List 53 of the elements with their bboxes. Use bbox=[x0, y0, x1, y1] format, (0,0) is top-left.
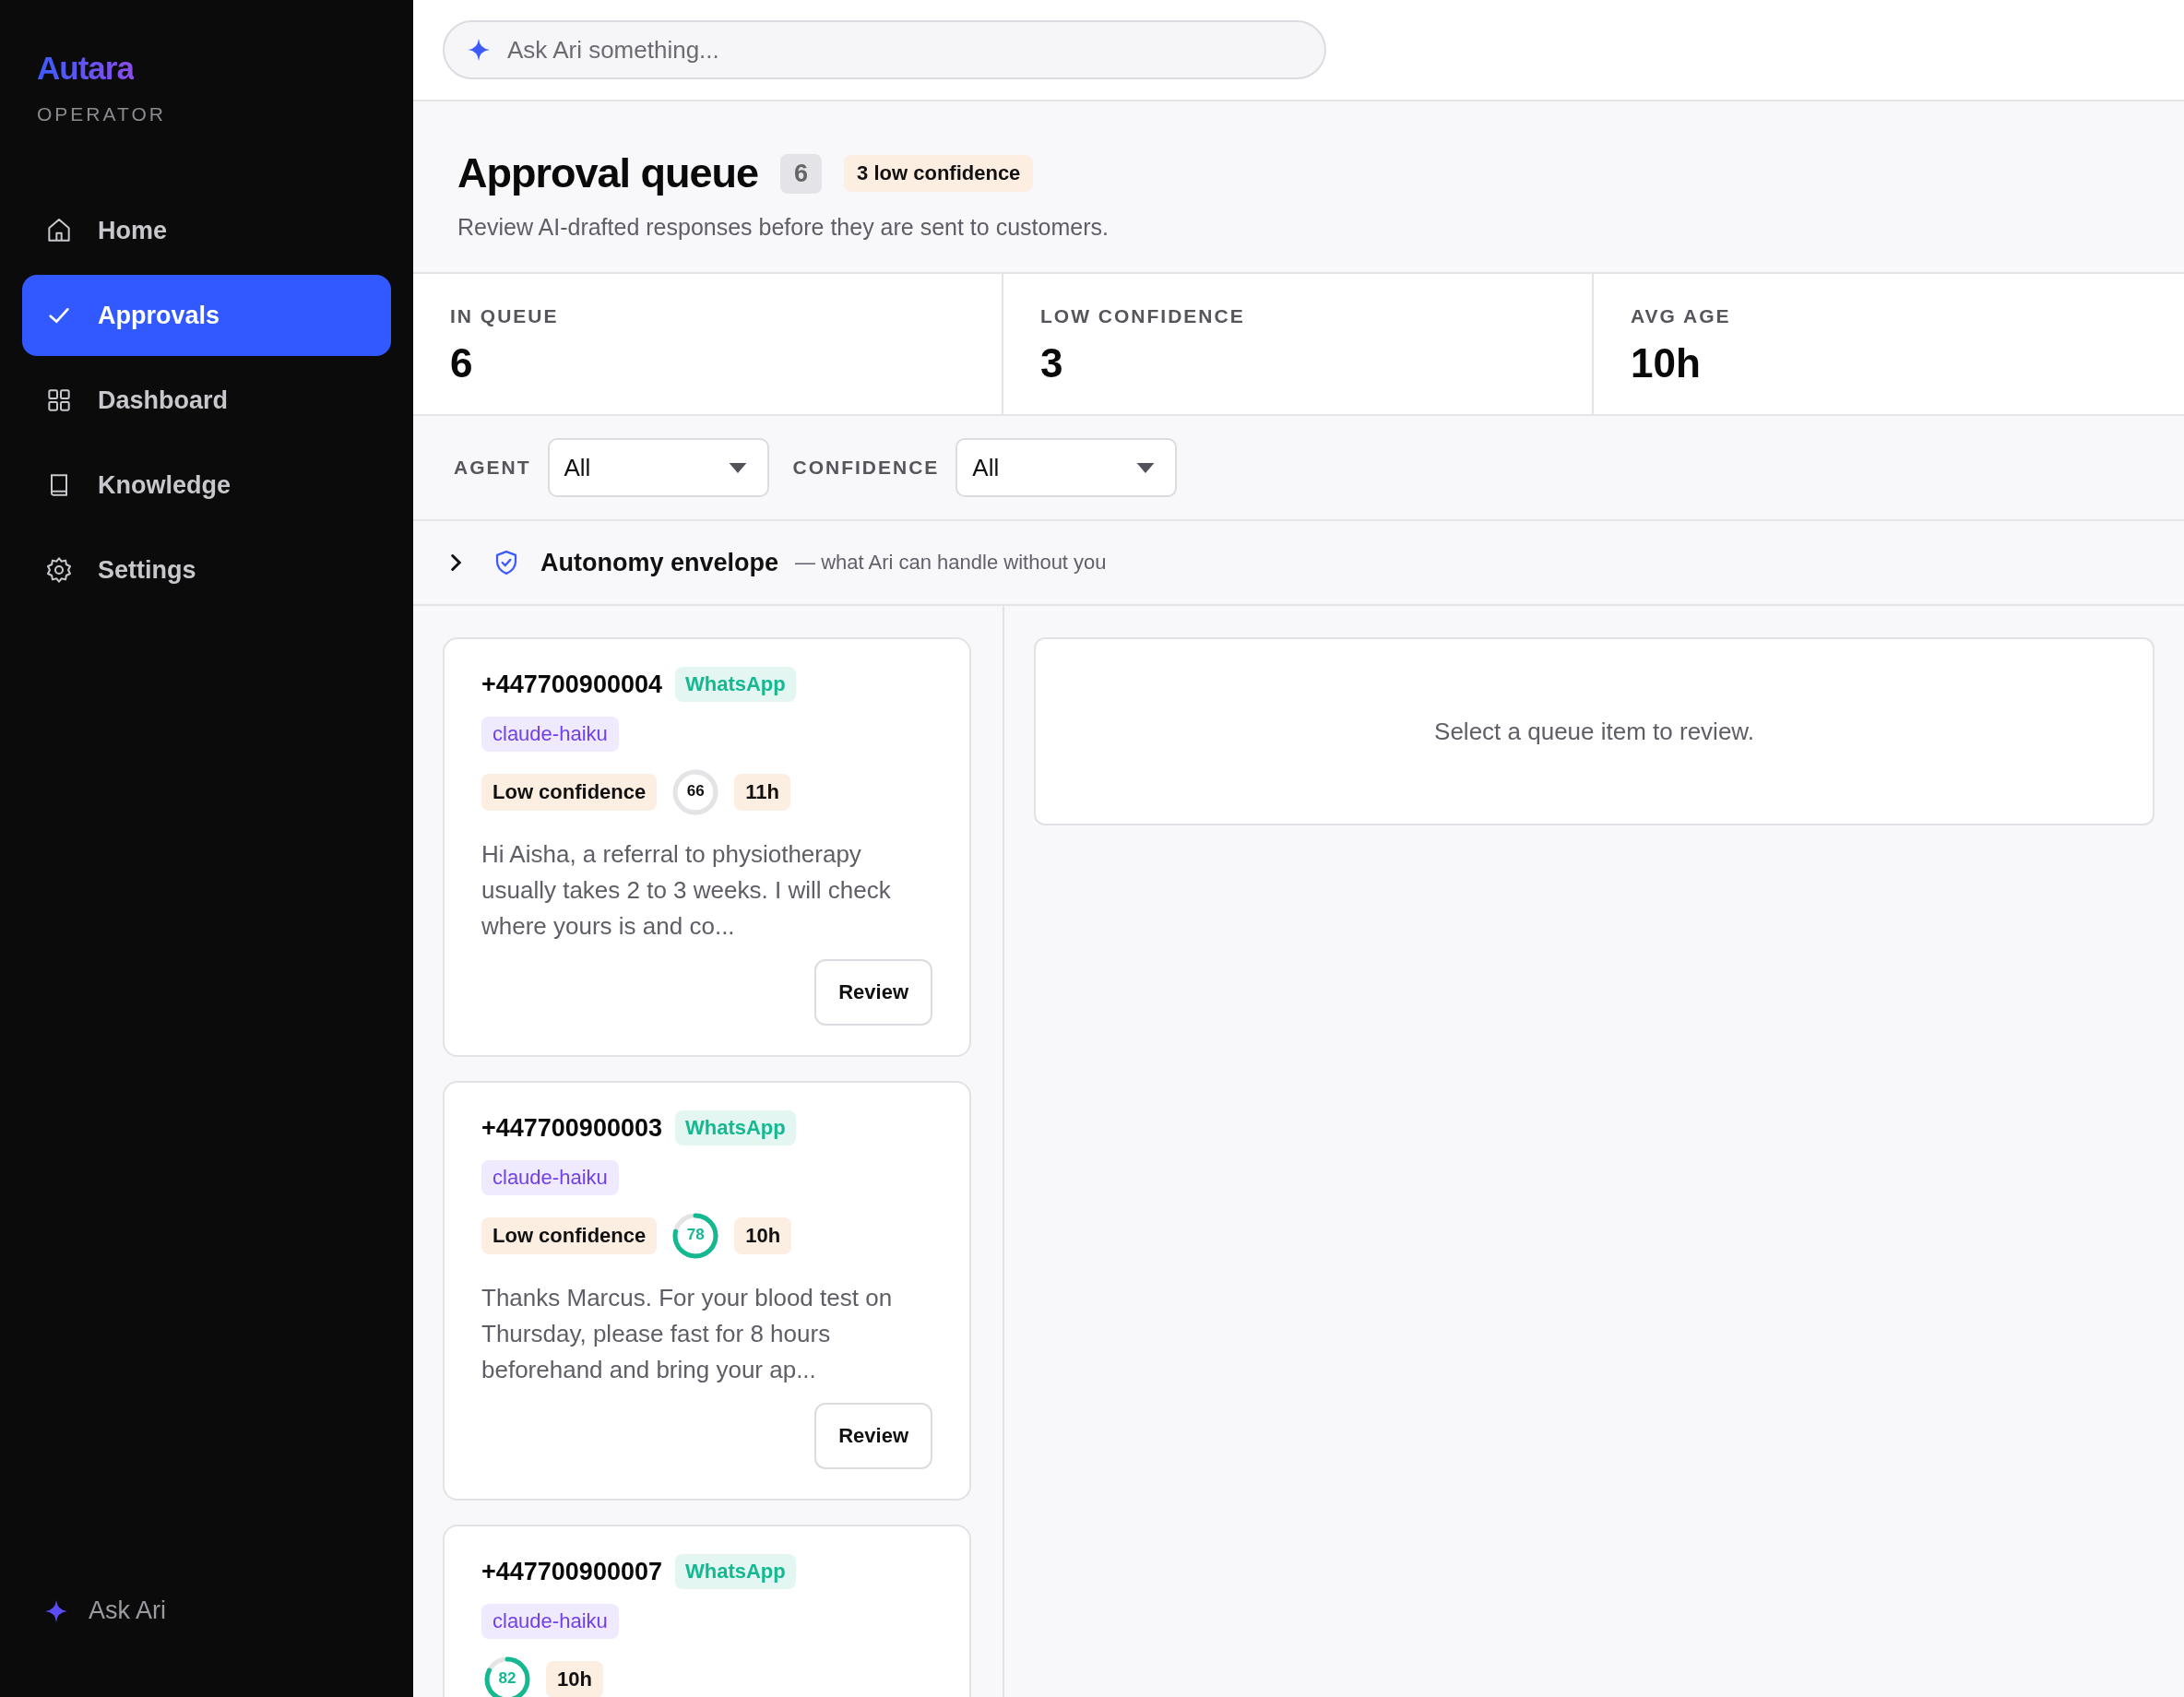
page-title: Approval queue bbox=[457, 149, 759, 197]
stat-value: 6 bbox=[450, 340, 474, 386]
filter-dropdown[interactable]: All bbox=[956, 438, 1178, 497]
stat-label: AVG AGE bbox=[1631, 305, 1732, 327]
section-title[interactable]: Autonomy envelope bbox=[540, 548, 779, 577]
channel-tag: WhatsApp bbox=[674, 1554, 796, 1589]
nav-item[interactable]: Dashboard bbox=[22, 360, 391, 441]
nav-item[interactable]: Approvals bbox=[22, 275, 391, 356]
review-button[interactable]: Review bbox=[814, 1403, 932, 1469]
confidence-tag: Low confidence bbox=[481, 1217, 658, 1254]
confidence-score: 66 bbox=[685, 782, 706, 801]
age-tag: 10h bbox=[734, 1217, 792, 1254]
filter-dropdown[interactable]: All bbox=[547, 438, 769, 497]
nav-item[interactable]: Knowledge bbox=[22, 445, 391, 526]
message-preview: Thanks Marcus. For your blood test on Thursday, please fast for 8 hours beforehand and bring your ap... bbox=[481, 1283, 894, 1385]
model-tag: claude-haiku bbox=[481, 717, 619, 752]
filter-label: AGENT bbox=[454, 457, 531, 479]
model-tag: claude-haiku bbox=[481, 1604, 619, 1639]
confidence-tag: Low confidence bbox=[481, 774, 658, 811]
ask-ari-link[interactable]: Ask Ari bbox=[44, 1596, 391, 1625]
confidence-score: 78 bbox=[685, 1226, 706, 1244]
settings-icon bbox=[44, 555, 74, 585]
confidence-score: 82 bbox=[497, 1669, 517, 1688]
stat-label: LOW CONFIDENCE bbox=[1040, 305, 1246, 327]
filter-label: CONFIDENCE bbox=[792, 457, 940, 479]
nav-item[interactable]: Home bbox=[22, 190, 391, 271]
empty-state-text: Select a queue item to review. bbox=[1434, 717, 1754, 746]
search-field[interactable]: Ask Ari something... bbox=[443, 20, 1326, 79]
brand-subtitle: OPERATOR bbox=[37, 103, 166, 125]
nav-item[interactable]: Settings bbox=[22, 529, 391, 611]
page-subtitle: Review AI-drafted responses before they are sent to customers. bbox=[457, 214, 1110, 241]
caret-icon bbox=[1136, 462, 1156, 473]
phone-number: +447700900004 bbox=[481, 670, 662, 699]
sparkle-icon bbox=[467, 38, 491, 62]
section-note: — what Ari can handle without you bbox=[795, 551, 1107, 575]
low-confidence-badge: 3 low confidence bbox=[844, 155, 1034, 192]
count-badge: 6 bbox=[780, 153, 823, 194]
queue-card[interactable]: +447700900004 WhatsApp claude-haiku Low confidence 66 11h Hi Aisha, a referral to physiotherapy usually takes 2 to 3 weeks. I will check where yours is and co... Review bbox=[443, 637, 971, 1057]
review-button[interactable]: Review bbox=[814, 959, 932, 1026]
phone-number: +447700900003 bbox=[481, 1113, 662, 1143]
caret-icon bbox=[728, 462, 747, 473]
stat-value: 3 bbox=[1040, 340, 1064, 386]
channel-tag: WhatsApp bbox=[674, 667, 796, 702]
model-tag: claude-haiku bbox=[481, 1160, 619, 1195]
message-preview: Hi Aisha, a referral to physiotherapy usually takes 2 to 3 weeks. I will check where yours is and co... bbox=[481, 839, 892, 942]
channel-tag: WhatsApp bbox=[674, 1110, 796, 1145]
queue-card[interactable]: +447700900007 WhatsApp claude-haiku 82 10h bbox=[443, 1525, 971, 1697]
age-tag: 11h bbox=[734, 774, 790, 811]
stat-label: IN QUEUE bbox=[450, 305, 560, 327]
age-tag: 10h bbox=[546, 1661, 603, 1697]
phone-number: +447700900007 bbox=[481, 1557, 662, 1586]
queue-card[interactable]: +447700900003 WhatsApp claude-haiku Low confidence 78 10h Thanks Marcus. For your blood test on Thursday, please fast for 8 hours beforehand and bring your ap... Review bbox=[443, 1081, 971, 1501]
stat-value: 10h bbox=[1631, 340, 1702, 386]
